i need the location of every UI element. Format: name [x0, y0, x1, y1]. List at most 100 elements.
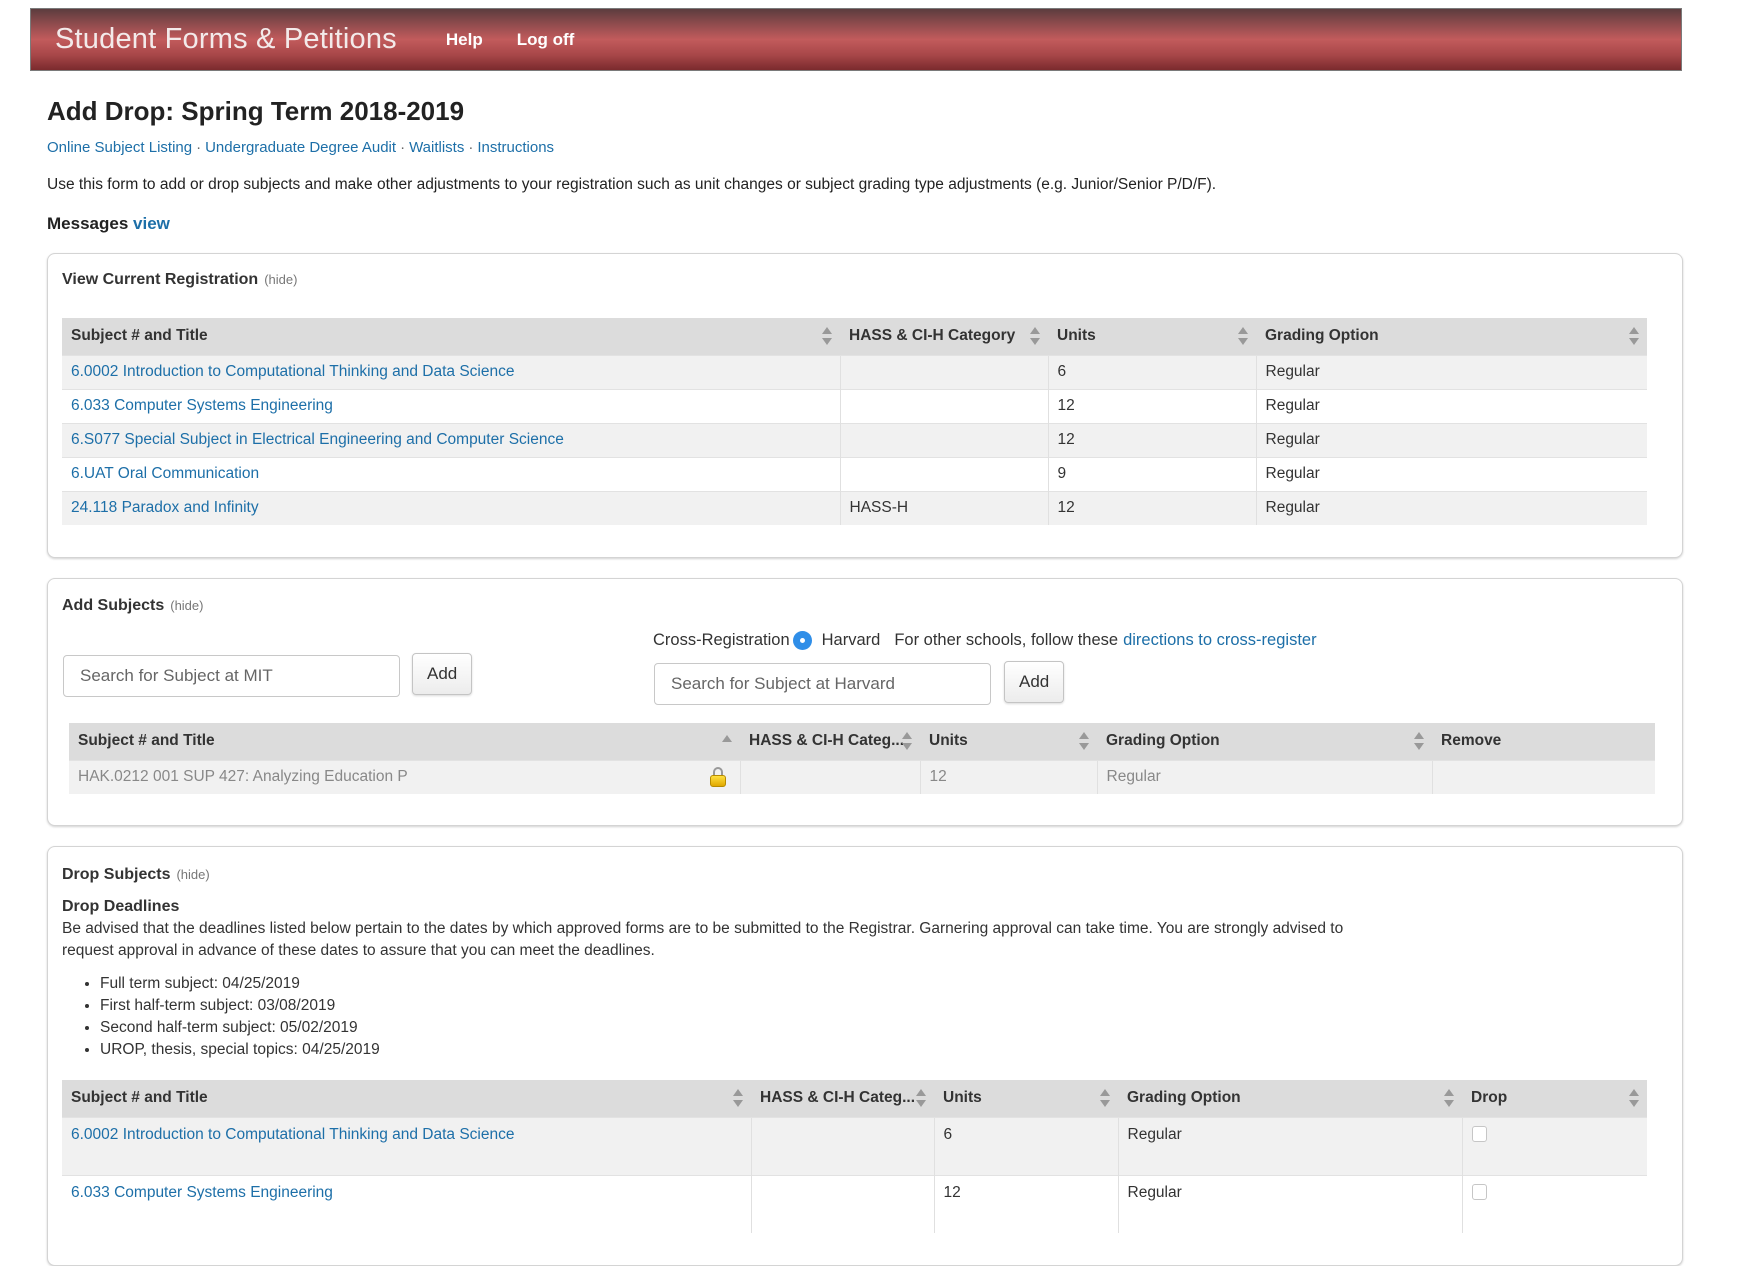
panel-title-text: Add Subjects [62, 597, 165, 614]
sort-icon[interactable] [1414, 732, 1424, 751]
panel-title: Add Subjects (hide) [62, 597, 203, 615]
units-cell: 6 [1047, 354, 1256, 389]
messages-view-link[interactable]: view [133, 214, 170, 233]
drop-checkbox[interactable] [1471, 1184, 1487, 1201]
table-row: 24.118 Paradox and Infinity HASS-H 12 Re… [62, 490, 1647, 525]
subject-link[interactable]: 6.0002 Introduction to Computational Thi… [71, 1126, 514, 1143]
units-cell: 6 [933, 1116, 1118, 1175]
subject-link[interactable]: 6.033 Computer Systems Engineering [71, 1184, 333, 1201]
deadline-item: Second half-term subject: 05/02/2019 [100, 1017, 380, 1039]
grading-cell: Regular [1255, 388, 1647, 423]
subject-link[interactable]: 6.UAT Oral Communication [71, 465, 259, 482]
units-cell: 12 [919, 759, 1097, 794]
grading-cell: Regular [1096, 759, 1432, 794]
messages-label: Messages [47, 214, 129, 233]
drop-checkbox[interactable] [1471, 1126, 1487, 1143]
units-cell: 9 [1047, 456, 1256, 491]
table-row: 6.0002 Introduction to Computational Thi… [62, 1116, 1647, 1175]
grading-cell: Regular [1255, 354, 1647, 389]
app-brand: Student Forms & Petitions [55, 23, 397, 55]
table-row: 6.033 Computer Systems Engineering 12 Re… [62, 1174, 1647, 1233]
drop-deadlines-text: Be advised that the deadlines listed bel… [62, 920, 1344, 959]
remove-cell [1431, 759, 1655, 794]
hide-current-registration-link[interactable]: (hide) [264, 272, 297, 287]
column-header-category[interactable]: HASS & CI-H Categ... [751, 1080, 934, 1117]
top-nav-bar: Student Forms & Petitions Help Log off [30, 8, 1682, 71]
panel-title-text: Drop Subjects [62, 866, 171, 883]
harvard-subject-search-input[interactable] [654, 663, 991, 705]
lock-icon [709, 767, 726, 788]
column-header-subject[interactable]: Subject # and Title [62, 318, 840, 355]
harvard-radio[interactable] [792, 631, 812, 650]
column-header-grading[interactable]: Grading Option [1118, 1080, 1462, 1117]
subject-link[interactable]: 6.033 Computer Systems Engineering [71, 397, 333, 414]
sort-icon[interactable] [1629, 327, 1639, 346]
current-registration-table: Subject # and Title HASS & CI-H Category… [62, 318, 1647, 525]
column-header-units[interactable]: Units [934, 1080, 1118, 1117]
subject-link[interactable]: 6.S077 Special Subject in Electrical Eng… [71, 431, 564, 448]
grading-cell: Regular [1255, 456, 1647, 491]
subject-link[interactable]: 24.118 Paradox and Infinity [71, 499, 259, 516]
hide-add-subjects-link[interactable]: (hide) [170, 598, 203, 613]
column-header-subject[interactable]: Subject # and Title [62, 1080, 751, 1117]
sort-icon[interactable] [822, 327, 832, 346]
link-separator: · [468, 139, 474, 156]
panel-title: Drop Subjects (hide) [62, 866, 210, 884]
log-off-link[interactable]: Log off [517, 30, 575, 50]
add-subjects-panel: Add Subjects (hide) Add Cross-Registratio… [47, 578, 1683, 826]
sort-icon[interactable] [1444, 1089, 1454, 1108]
mit-subject-search-input[interactable] [63, 655, 400, 697]
cross-registration-label: Cross-Registration [653, 631, 790, 649]
units-cell: 12 [1047, 422, 1256, 457]
grading-cell: Regular [1255, 422, 1647, 457]
category-cell [739, 759, 920, 794]
table-row: 6.0002 Introduction to Computational Thi… [62, 354, 1647, 389]
sort-icon[interactable] [733, 1089, 743, 1108]
column-header-remove: Remove [1432, 723, 1655, 760]
hide-drop-subjects-link[interactable]: (hide) [176, 867, 209, 882]
grading-cell: Regular [1117, 1174, 1462, 1233]
column-header-grading[interactable]: Grading Option [1097, 723, 1432, 760]
units-cell: 12 [1047, 490, 1256, 525]
sort-icon[interactable] [1238, 327, 1248, 346]
table-row: HAK.0212 001 SUP 427: Analyzing Educatio… [69, 759, 1655, 794]
subject-link[interactable]: 6.0002 Introduction to Computational Thi… [71, 363, 514, 380]
instructions-link[interactable]: Instructions [477, 139, 554, 156]
category-cell [839, 354, 1048, 389]
sort-ascending-icon[interactable] [722, 732, 732, 750]
column-header-subject[interactable]: Subject # and Title [69, 723, 740, 760]
column-header-category[interactable]: HASS & CI-H Category [840, 318, 1048, 355]
category-cell: HASS-H [839, 490, 1048, 525]
link-separator: · [196, 139, 202, 156]
degree-audit-link[interactable]: Undergraduate Degree Audit [205, 139, 396, 156]
cross-register-directions-link[interactable]: directions to cross-register [1123, 631, 1316, 650]
online-subject-listing-link[interactable]: Online Subject Listing [47, 139, 192, 156]
sort-icon[interactable] [1100, 1089, 1110, 1108]
column-header-units[interactable]: Units [920, 723, 1097, 760]
add-mit-subject-button[interactable]: Add [412, 653, 473, 695]
sort-icon[interactable] [902, 732, 912, 751]
column-header-grading[interactable]: Grading Option [1256, 318, 1647, 355]
units-cell: 12 [933, 1174, 1118, 1233]
add-harvard-subject-button[interactable]: Add [1004, 661, 1065, 703]
sort-icon[interactable] [916, 1089, 926, 1108]
waitlists-link[interactable]: Waitlists [409, 139, 464, 156]
category-cell [750, 1116, 934, 1175]
deadline-item: First half-term subject: 03/08/2019 [100, 995, 380, 1017]
added-subjects-table: Subject # and Title HASS & CI-H Categ...… [69, 723, 1655, 794]
sort-icon[interactable] [1030, 327, 1040, 346]
harvard-option-label: Harvard [821, 631, 881, 649]
sort-icon[interactable] [1629, 1089, 1639, 1108]
deadline-item: UROP, thesis, special topics: 04/25/2019 [100, 1039, 380, 1061]
column-header-category[interactable]: HASS & CI-H Categ... [740, 723, 920, 760]
intro-text: Use this form to add or drop subjects an… [47, 176, 1217, 193]
other-schools-text: For other schools, follow these [894, 631, 1119, 649]
quick-links: Online Subject Listing · Undergraduate Deg… [47, 139, 554, 156]
column-header-units[interactable]: Units [1048, 318, 1256, 355]
subject-name: HAK.0212 001 SUP 427: Analyzing Educatio… [78, 768, 408, 786]
table-row: 6.UAT Oral Communication 9 Regular [62, 456, 1647, 491]
column-header-drop[interactable]: Drop [1462, 1080, 1647, 1117]
sort-icon[interactable] [1079, 732, 1089, 751]
page-title: Add Drop: Spring Term 2018-2019 [47, 96, 465, 126]
help-link[interactable]: Help [446, 30, 483, 50]
